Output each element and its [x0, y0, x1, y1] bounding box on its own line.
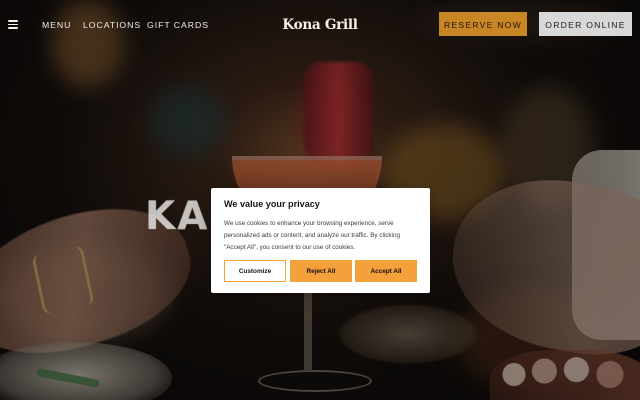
- hamburger-menu-icon[interactable]: [8, 20, 18, 29]
- kona-grill-home-page: MENU LOCATIONS GIFT CARDS Kona Grill RES…: [0, 0, 640, 400]
- gift-cards-link[interactable]: GIFT CARDS: [147, 19, 209, 31]
- site-header: MENU LOCATIONS GIFT CARDS Kona Grill RES…: [0, 0, 640, 48]
- privacy-dialog-message: We use cookies to enhance your browsing …: [224, 220, 400, 251]
- locations-link[interactable]: LOCATIONS: [83, 19, 141, 31]
- kona-grill-logo[interactable]: Kona Grill: [282, 13, 358, 37]
- privacy-dialog-actions: Customize Reject All Accept All: [224, 260, 417, 282]
- accept-all-button[interactable]: Accept All: [355, 260, 417, 282]
- menu-line-icon: [8, 23, 18, 25]
- reserve-now-button[interactable]: RESERVE NOW: [439, 12, 527, 36]
- menu-link[interactable]: MENU: [42, 19, 71, 31]
- menu-line-icon: [8, 27, 18, 29]
- menu-line-icon: [8, 20, 18, 22]
- customize-button[interactable]: Customize: [224, 260, 286, 282]
- privacy-consent-dialog: We value your privacy We use cookies to …: [211, 188, 430, 293]
- reject-all-button[interactable]: Reject All: [290, 260, 352, 282]
- order-online-button[interactable]: ORDER ONLINE: [539, 12, 632, 36]
- privacy-dialog-title: We value your privacy: [224, 199, 320, 209]
